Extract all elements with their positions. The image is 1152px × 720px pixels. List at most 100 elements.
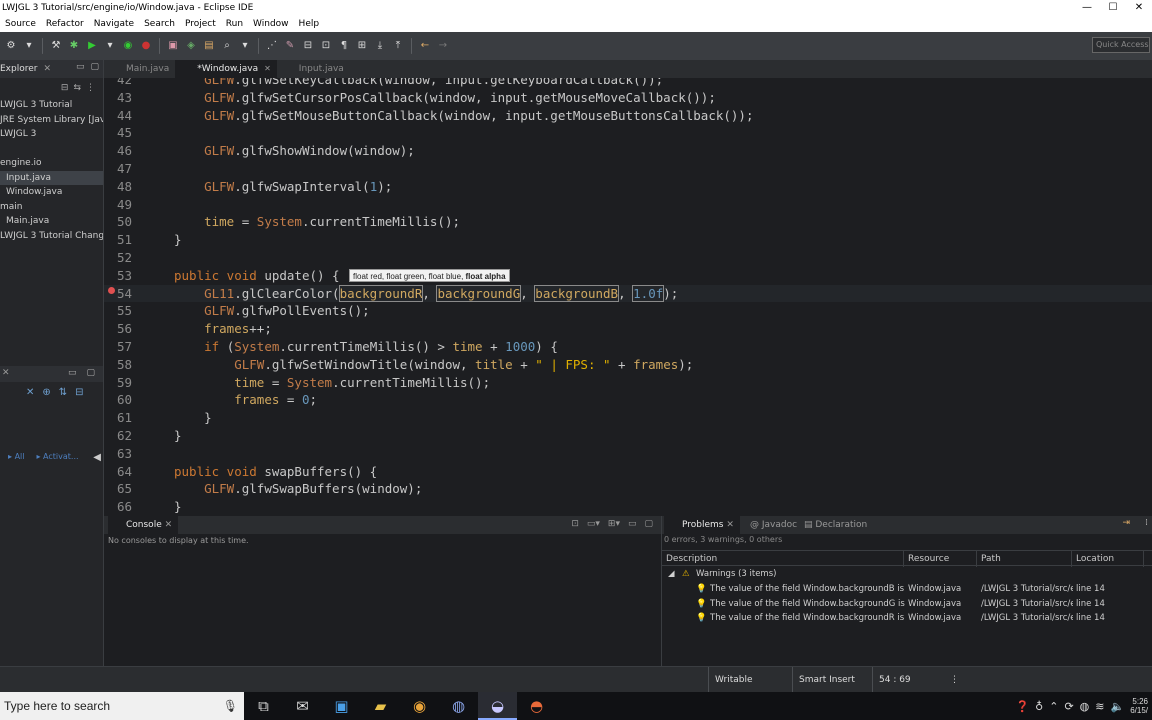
close-icon[interactable]: ✕ — [165, 520, 173, 530]
maximize-button[interactable]: ☐ — [1100, 0, 1126, 16]
minimize-view-icon[interactable]: ▭ — [76, 62, 85, 72]
line-number[interactable]: 53 — [104, 267, 132, 285]
link-editor-icon[interactable]: ⇆ — [73, 83, 81, 93]
code-line[interactable]: 62} — [104, 427, 1152, 445]
hide-fields-icon[interactable]: ✕ — [26, 387, 34, 398]
sort-icon[interactable]: ⇅ — [59, 387, 67, 398]
gear-icon[interactable]: ⚙ — [4, 39, 18, 53]
tab-declaration[interactable]: ▤ Declaration — [804, 516, 867, 534]
collapse-arrow-icon[interactable]: ◀ — [93, 452, 101, 463]
code-line[interactable]: 61 } — [104, 409, 1152, 427]
line-number[interactable]: 64 — [104, 463, 132, 481]
line-number[interactable]: 56 — [104, 320, 132, 338]
line-number[interactable]: 45 — [104, 124, 132, 142]
view-menu-icon[interactable]: ⋮ — [86, 83, 95, 93]
close-icon[interactable]: ✕ — [2, 368, 10, 378]
coverage-icon[interactable]: ◉ — [121, 39, 135, 53]
forward-arrow-icon[interactable]: → — [436, 39, 450, 53]
code-line[interactable]: 49 — [104, 196, 1152, 214]
toggle-mark-icon[interactable]: ⋰ — [265, 39, 279, 53]
line-number[interactable]: 60 — [104, 391, 132, 409]
code-line[interactable]: 57 if (System.currentTimeMillis() > time… — [104, 338, 1152, 356]
tree-item[interactable]: Window.java — [0, 185, 103, 200]
code-line[interactable]: 52 — [104, 249, 1152, 267]
word-wrap-icon[interactable]: ⊡ — [319, 39, 333, 53]
tree-item[interactable]: main — [0, 200, 103, 215]
build-icon[interactable]: ⚒ — [49, 39, 63, 53]
line-number[interactable]: 48 — [104, 178, 132, 196]
network-activity-icon[interactable]: ♁ — [1035, 700, 1043, 713]
pen-icon[interactable]: ✎ — [283, 39, 297, 53]
line-number[interactable]: 58 — [104, 356, 132, 374]
taskbar-search-input[interactable]: Type here to search 🎙 — [0, 692, 244, 720]
code-line[interactable]: 64 public void swapBuffers() { — [104, 463, 1152, 481]
line-number[interactable]: 62 — [104, 427, 132, 445]
search-dropdown-icon[interactable]: ▾ — [238, 39, 252, 53]
code-line[interactable]: 53 public void update() { — [104, 267, 1152, 285]
line-number[interactable]: 61 — [104, 409, 132, 427]
code-line[interactable]: 59 time = System.currentTimeMillis(); — [104, 374, 1152, 392]
line-number[interactable]: 57 — [104, 338, 132, 356]
sync-icon[interactable]: ⟳ — [1064, 700, 1073, 713]
menu-help[interactable]: Help — [294, 16, 325, 32]
menu-project[interactable]: Project — [180, 16, 221, 32]
code-line[interactable]: 63 — [104, 445, 1152, 463]
line-number[interactable]: 47 — [104, 160, 132, 178]
code-line[interactable]: 58 GLFW.glfwSetWindowTitle(window, title… — [104, 356, 1152, 374]
mail-icon[interactable]: ✉ — [283, 692, 322, 720]
external-tools-icon[interactable]: ● — [139, 39, 153, 53]
file-explorer-icon[interactable]: ▰ — [361, 692, 400, 720]
tree-item[interactable]: Main.java — [0, 214, 103, 229]
pin-console-icon[interactable]: ⊡ — [571, 519, 579, 529]
task-view-icon[interactable]: ⧉ — [244, 692, 283, 720]
line-number[interactable]: 52 — [104, 249, 132, 267]
microphone-icon[interactable]: 🎙 — [223, 692, 238, 720]
code-line[interactable]: 43 GLFW.glfwSetCursorPosCallback(window,… — [104, 89, 1152, 107]
eclipse-icon[interactable]: ◒ — [478, 692, 517, 720]
problem-row[interactable]: 💡 The value of the field Window.backgroun… — [662, 582, 1152, 597]
menu-run[interactable]: Run — [221, 16, 248, 32]
quick-access-input[interactable]: Quick Access — [1092, 37, 1150, 53]
problem-row[interactable]: 💡 The value of the field Window.backgroun… — [662, 611, 1152, 626]
close-icon[interactable]: ✕ — [43, 64, 51, 74]
debug-icon[interactable]: ✱ — [67, 39, 81, 53]
maximize-view-icon[interactable]: ▢ — [90, 62, 99, 72]
code-line[interactable]: 48 GLFW.glfwSwapInterval(1); — [104, 178, 1152, 196]
line-number[interactable]: 50 — [104, 213, 132, 231]
tab-input-java[interactable]: Input.java — [277, 60, 350, 78]
tree-item[interactable]: LWJGL 3 Tutorial Changes — [0, 229, 103, 244]
filter-all-link[interactable]: ▸ All — [8, 452, 24, 461]
tree-item[interactable]: LWJGL 3 — [0, 127, 103, 142]
wifi-icon[interactable]: ≋ — [1095, 700, 1104, 713]
tab-window-java[interactable]: *Window.java ✕ — [175, 60, 277, 78]
code-line[interactable]: 54 GL11.glClearColor(backgroundR, backgr… — [104, 284, 1152, 303]
new-package-icon[interactable]: ▣ — [166, 39, 180, 53]
security-icon[interactable]: ◍ — [1080, 700, 1090, 713]
code-line[interactable]: 50 time = System.currentTimeMillis(); — [104, 213, 1152, 231]
tree-item[interactable]: LWJGL 3 Tutorial — [0, 98, 103, 113]
code-line[interactable]: 45 — [104, 124, 1152, 142]
view-menu-icon[interactable]: ⇥ — [1122, 518, 1130, 528]
code-line[interactable]: 66} — [104, 498, 1152, 516]
minimize-view-icon[interactable]: ▭ — [628, 519, 637, 529]
explorer-tab[interactable]: Explorer — [0, 64, 37, 74]
code-line[interactable]: 65 GLFW.glfwSwapBuffers(window); — [104, 480, 1152, 498]
back-arrow-icon[interactable]: ← — [418, 39, 432, 53]
code-line[interactable]: 42 GLFW.glfwSetKeyCallback(window, input… — [104, 78, 1152, 89]
code-line[interactable]: 60 frames = 0; — [104, 391, 1152, 409]
line-number[interactable]: 63 — [104, 445, 132, 463]
tab-main-java[interactable]: Main.java — [104, 60, 175, 78]
breakpoint-marker-icon[interactable] — [108, 287, 115, 294]
code-line[interactable]: 44 GLFW.glfwSetMouseButtonCallback(windo… — [104, 107, 1152, 125]
close-icon[interactable]: ✕ — [726, 520, 734, 530]
menu-navigate[interactable]: Navigate — [89, 16, 139, 32]
prev-annotation-icon[interactable]: ⤒ — [391, 39, 405, 53]
store-icon[interactable]: ▣ — [322, 692, 361, 720]
maximize-view-icon[interactable]: ▢ — [644, 519, 653, 529]
close-icon[interactable]: ✕ — [264, 64, 271, 73]
code-area[interactable]: 42 GLFW.glfwSetKeyCallback(window, input… — [104, 78, 1152, 516]
help-icon[interactable]: ❓ — [1015, 700, 1029, 713]
line-number[interactable]: 66 — [104, 498, 132, 516]
line-number[interactable]: 55 — [104, 302, 132, 320]
run-icon[interactable]: ▶ — [85, 39, 99, 53]
